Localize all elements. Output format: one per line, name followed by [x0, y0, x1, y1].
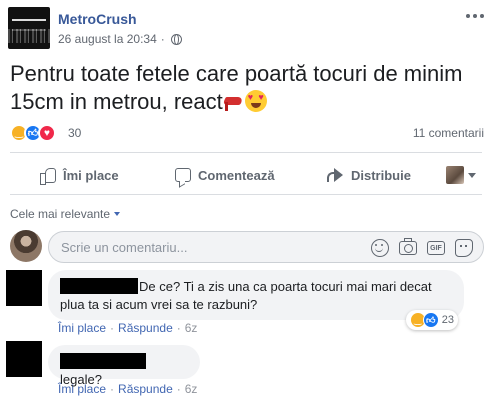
like-button[interactable]: Îmi place — [40, 159, 119, 191]
post-timestamp[interactable]: 26 august la 20:34 — [58, 32, 157, 46]
comment-reply-link[interactable]: Răspunde — [118, 382, 173, 396]
sort-label: Cele mai relevante — [10, 207, 111, 221]
comment-like-link[interactable]: Îmi place — [58, 321, 106, 335]
comment-input[interactable] — [61, 232, 361, 262]
share-button[interactable]: Distribuie — [326, 159, 411, 191]
smile-icon[interactable] — [371, 239, 389, 257]
comment-reactions[interactable]: ‿ 👍︎ 23 — [405, 310, 458, 330]
share-arrow-icon — [326, 168, 344, 182]
separator-dot: · — [176, 382, 181, 396]
separator-dot: · — [160, 32, 165, 46]
composer-avatar — [10, 230, 42, 262]
comment-bubble: legale? — [48, 345, 200, 387]
heart-eyes-emoji — [244, 90, 267, 112]
post-text: Pentru toate fetele care poartă tocuri d… — [10, 60, 484, 116]
post-header: MetroCrush 26 august la 20:34 · — [8, 7, 484, 49]
user-avatar — [446, 166, 464, 184]
divider — [10, 194, 482, 195]
comment: De ce? Ti a zis una ca poarta tocuri mai… — [6, 268, 484, 338]
sticker-icon[interactable] — [455, 239, 473, 257]
page-avatar[interactable] — [8, 7, 50, 49]
globe-icon[interactable] — [170, 33, 182, 45]
separator-dot: · — [176, 321, 181, 335]
comment-actions: Îmi place · Răspunde · 6z — [58, 382, 197, 396]
comment-sort-dropdown[interactable]: Cele mai relevante — [10, 207, 121, 221]
reaction-count[interactable]: 30 — [68, 126, 81, 140]
comment: legale? Îmi place · Răspunde · 6z — [6, 339, 484, 405]
post-action-bar: Îmi place Comentează Distribuie — [10, 158, 482, 192]
chevron-down-icon — [468, 172, 476, 178]
camera-icon[interactable] — [399, 238, 417, 255]
separator-dot: · — [110, 382, 115, 396]
comment-count-link[interactable]: 11 comentarii — [413, 126, 484, 140]
post-meta: 26 august la 20:34 · — [58, 32, 182, 46]
redacted-author-name — [60, 353, 146, 369]
comment-bubble: De ce? Ti a zis una ca poarta tocuri mai… — [48, 270, 464, 320]
like-button-label: Îmi place — [63, 167, 119, 183]
composer-tools: GIF — [371, 238, 473, 257]
thumb-up-icon — [40, 167, 56, 185]
redacted-author-name — [60, 278, 138, 294]
commenter-avatar-redacted[interactable] — [6, 341, 42, 377]
comment-button-label: Comentează — [198, 167, 275, 183]
page-logo-skyline — [8, 29, 50, 43]
comment-age[interactable]: 6z — [185, 321, 198, 335]
identity-selector[interactable] — [446, 166, 476, 184]
love-reaction-icon: ♥ — [38, 124, 56, 142]
more-options-icon[interactable] — [466, 11, 484, 21]
commenter-avatar-redacted[interactable] — [6, 270, 42, 306]
separator-dot: · — [110, 321, 115, 335]
comment-button[interactable]: Comentează — [175, 159, 275, 191]
reactions-summary: ‿ 👍︎ ♥ 30 11 comentarii — [10, 124, 484, 144]
reaction-icons[interactable]: ‿ 👍︎ ♥ — [10, 124, 56, 142]
share-button-label: Distribuie — [351, 167, 411, 183]
comment-text-line2: plua ta si acum vrei sa te razbuni? — [60, 297, 258, 312]
comment-reaction-count: 23 — [441, 314, 454, 326]
comment-composer: GIF — [48, 231, 484, 263]
chevron-down-icon — [114, 212, 121, 216]
comment-reply-link[interactable]: Răspunde — [118, 321, 173, 335]
comment-icon — [175, 168, 191, 182]
comment-text-line1: De ce? Ti a zis una ca poarta tocuri mai… — [139, 279, 432, 294]
like-reaction-icon: 👍︎ — [422, 312, 439, 328]
high-heel-emoji — [223, 93, 245, 111]
page-name-link[interactable]: MetroCrush — [58, 11, 137, 27]
comment-actions: Îmi place · Răspunde · 6z — [58, 321, 197, 335]
gif-icon[interactable]: GIF — [427, 241, 445, 255]
comment-like-link[interactable]: Îmi place — [58, 382, 106, 396]
comment-age[interactable]: 6z — [185, 382, 198, 396]
divider — [10, 152, 482, 153]
